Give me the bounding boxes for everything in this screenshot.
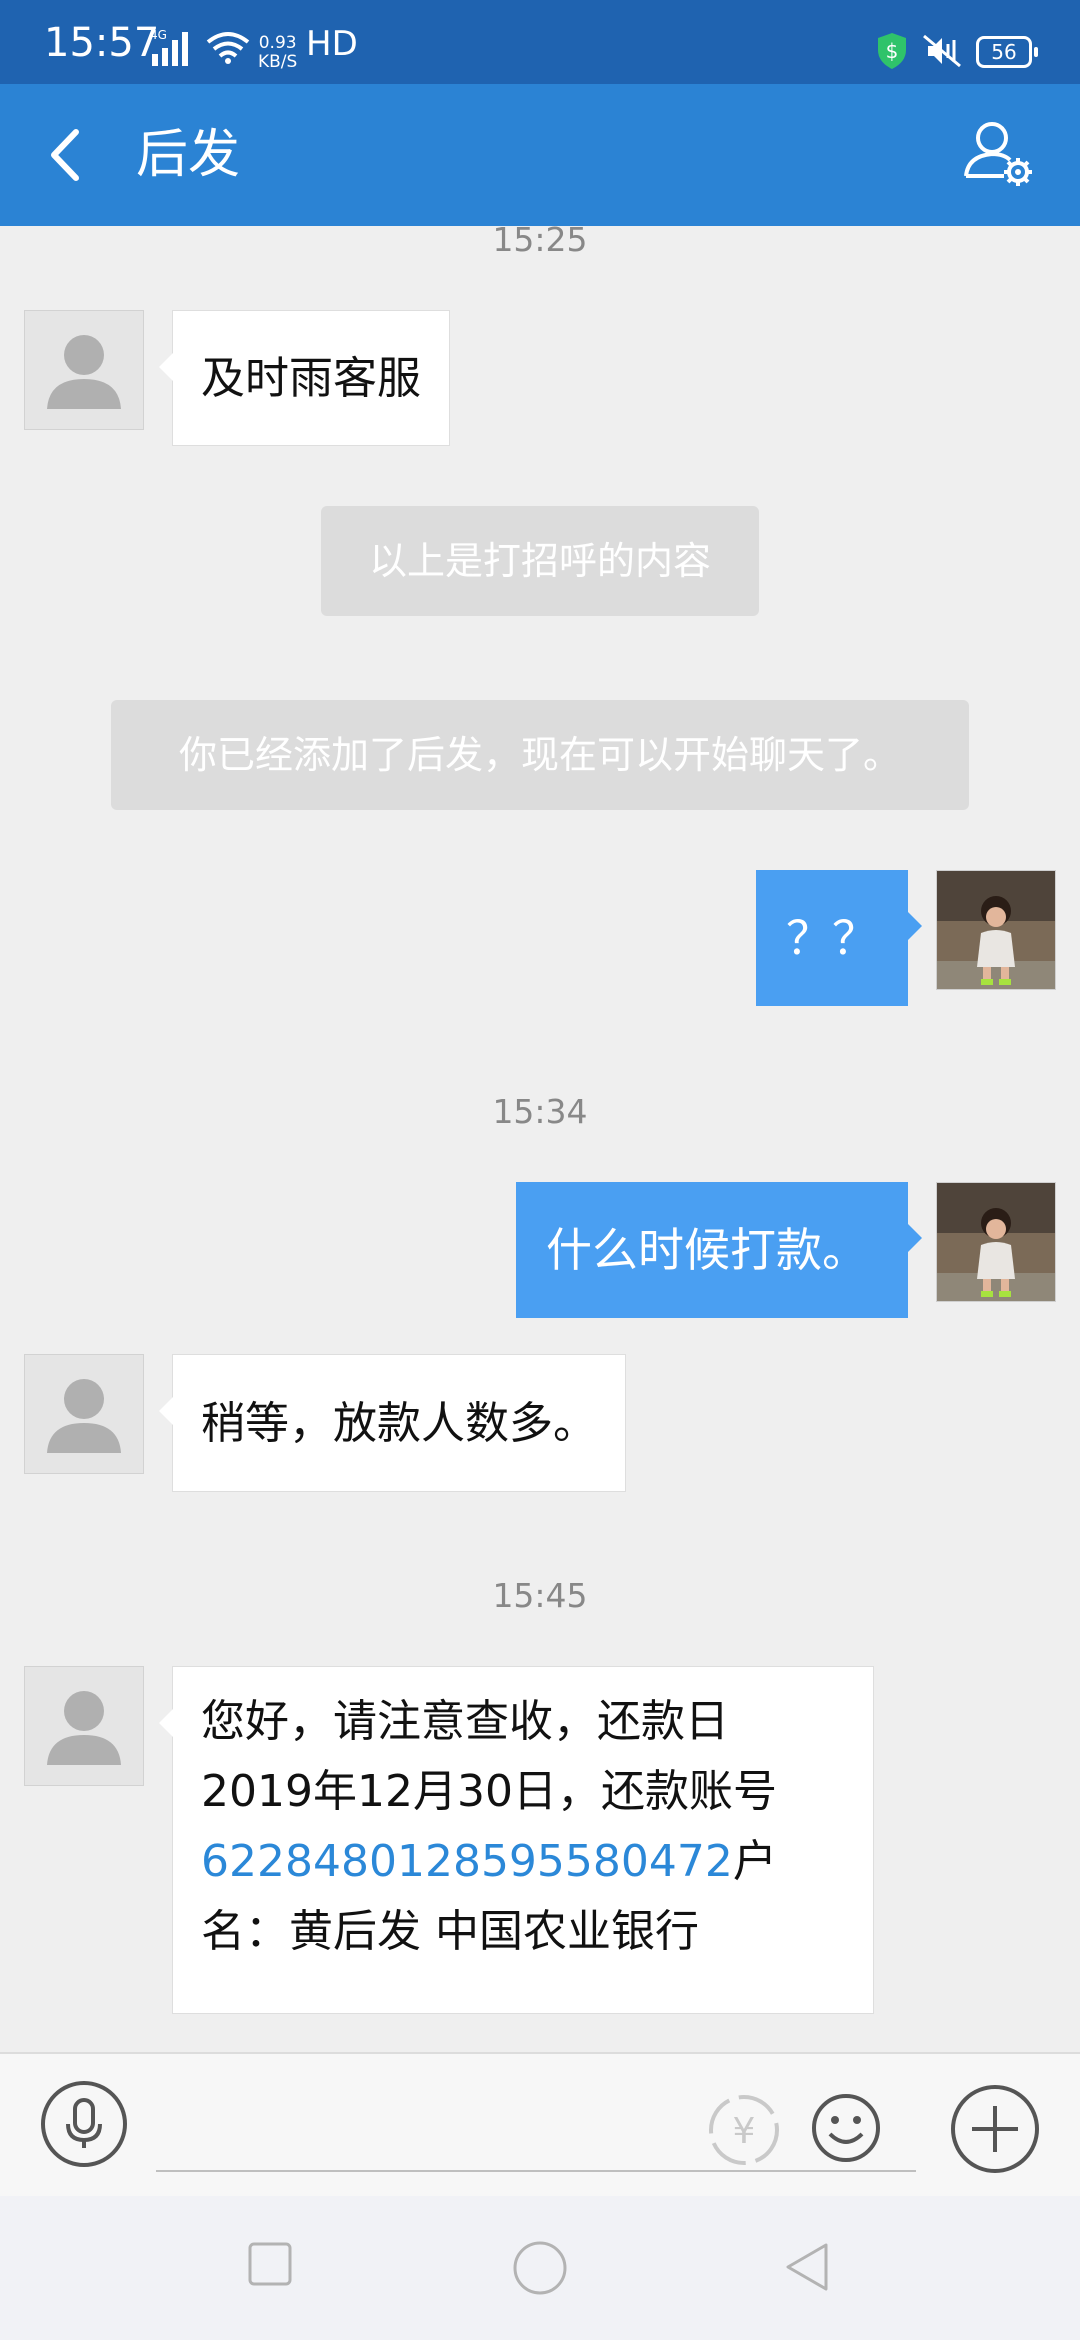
- network-speed: 0.93 KB/S: [258, 34, 297, 72]
- timestamp: 15:34: [492, 1092, 588, 1131]
- default-avatar-icon: [47, 335, 121, 409]
- system-nav-bar: [0, 2196, 1080, 2340]
- child-photo-icon: [937, 1183, 1055, 1301]
- battery-indicator: 56: [976, 36, 1038, 68]
- child-photo-icon: [937, 871, 1055, 989]
- home-button[interactable]: [512, 2240, 568, 2296]
- system-notice: 以上是打招呼的内容: [321, 506, 759, 616]
- message-text-line: 您好，请注意查收，还款日: [201, 1696, 729, 1747]
- message-bubble-incoming[interactable]: 您好，请注意查收，还款日 2019年12月30日，还款账号 6228480128…: [159, 1666, 874, 2014]
- message-bubble-outgoing[interactable]: ？？: [756, 870, 922, 1006]
- red-packet-icon: ¥: [709, 2095, 779, 2165]
- message-text-fragment: 户: [732, 1836, 777, 1887]
- my-avatar[interactable]: [936, 870, 1056, 990]
- triangle-back-icon: [786, 2243, 828, 2291]
- system-back-button[interactable]: [784, 2242, 830, 2292]
- message-text: ？？: [786, 911, 878, 965]
- status-bar: 15:57 4G 0.93 KB/S HD $ 56: [0, 0, 1080, 84]
- system-notice: 你已经添加了后发，现在可以开始聊天了。: [111, 700, 969, 810]
- speed-value: 0.93: [258, 33, 297, 53]
- signal-icon: 4G: [150, 28, 198, 72]
- message-text: 及时雨客服: [201, 353, 421, 404]
- emoji-icon: [812, 2094, 880, 2162]
- title-bar: 后发: [0, 84, 1080, 226]
- default-avatar-icon: [47, 1691, 121, 1765]
- contact-avatar[interactable]: [24, 310, 144, 430]
- wifi-icon: [206, 30, 250, 68]
- microphone-icon: [41, 2081, 127, 2167]
- contact-avatar[interactable]: [24, 1666, 144, 1786]
- circle-home-icon: [513, 2241, 567, 2295]
- account-number-link[interactable]: 6228480128595580472: [201, 1836, 733, 1887]
- plus-icon: [951, 2085, 1039, 2173]
- svg-text:¥: ¥: [733, 2111, 756, 2152]
- back-button[interactable]: [40, 118, 110, 192]
- chat-title: 后发: [136, 125, 241, 185]
- vibrate-mute-icon: [920, 32, 964, 74]
- square-recents-icon: [248, 2242, 292, 2286]
- emoji-button[interactable]: [810, 2092, 882, 2164]
- message-input[interactable]: [156, 2084, 916, 2172]
- message-text: 什么时候打款。: [546, 1223, 868, 1277]
- my-avatar[interactable]: [936, 1182, 1056, 1302]
- message-bubble-incoming[interactable]: 及时雨客服: [159, 310, 450, 446]
- svg-text:$: $: [886, 39, 899, 63]
- message-bubble-outgoing[interactable]: 什么时候打款。: [516, 1182, 922, 1318]
- message-text-line: 6228480128595580472户: [201, 1827, 845, 1897]
- red-packet-button[interactable]: ¥: [706, 2092, 782, 2168]
- status-time: 15:57: [44, 20, 160, 66]
- timestamp: 15:25: [492, 220, 588, 259]
- message-bubble-incoming[interactable]: 稍等，放款人数多。: [159, 1354, 626, 1492]
- input-bar: ¥: [0, 2052, 1080, 2196]
- shield-icon: $: [876, 32, 908, 74]
- voice-button[interactable]: [40, 2080, 128, 2168]
- timestamp: 15:45: [492, 1576, 588, 1615]
- contact-avatar[interactable]: [24, 1354, 144, 1474]
- hd-indicator: HD: [306, 24, 358, 64]
- user-settings-icon: [964, 122, 1032, 186]
- chevron-left-icon: [51, 129, 79, 181]
- recents-button[interactable]: [248, 2242, 292, 2286]
- plus-button[interactable]: [950, 2084, 1040, 2174]
- network-type: 4G: [150, 28, 167, 42]
- message-text-line: 名：黄后发 中国农业银行: [201, 1906, 699, 1957]
- default-avatar-icon: [47, 1379, 121, 1453]
- contact-settings-button[interactable]: [960, 114, 1040, 194]
- message-text: 稍等，放款人数多。: [201, 1398, 597, 1449]
- message-text-line: 2019年12月30日，还款账号: [201, 1766, 777, 1817]
- speed-unit: KB/S: [258, 52, 298, 72]
